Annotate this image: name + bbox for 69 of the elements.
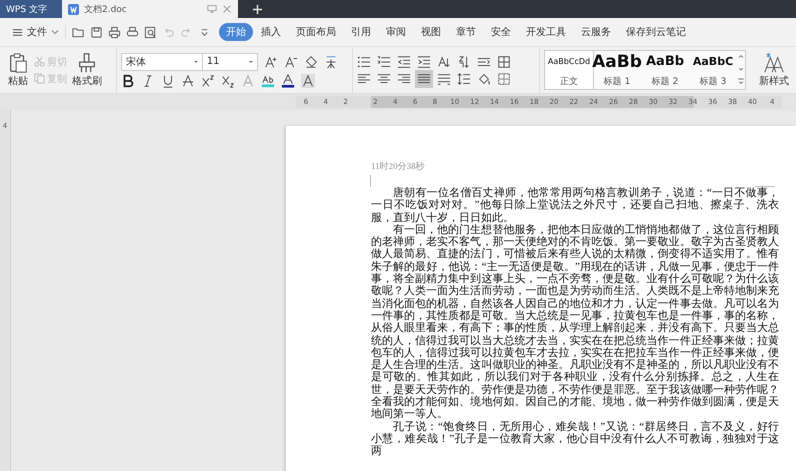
new-style-button[interactable]: 新样式: [756, 52, 792, 88]
font-name-field[interactable]: 宋体: [120, 52, 203, 70]
body-paragraph: 有一回，他的门生想替他服务，把他本日应做的工悄悄地都做了，这位言行相顾的老禅师，老实不客气，那一天便绝对的不肯吃饭。第一要敬业。敬字为古圣贤教人做人最简易、直捷的法门，可惜被后来有些人说的太精微，倒变得不适实用了。惟有朱子解的最好，他说：“主一无适便是敬。”用现在的话讲，凡做一见事，便忠于一件事，将全副精力集中到这事上头，一点不旁骛，便是敬。业有什么可敬呢？为什么该敬呢？人类一面为生活而劳动，一面也是为劳动而生活。人类既不是上帝特地制来充当消化面包的机器，自然该各人因自己的地位和才力，认定一件事去做。凡可以名为一件事的，其性质都是可敬。当大总统是一见事，拉黄包车也是一件事，事的名称，从俗人眼里看来，有高下；事的性质，从学理上解剖起来，并没有高下。只要当大总统的人，信得过我可以当大总统才去当，实实在在把总统当作一件正经事来做；拉黄包车的人，信得过我可以拉黄包车才去拉，实实在在把拉车当作一件正经事来做，便是人生合理的生活。这叫做职业的神圣。凡职业没有不是神圣的，所以凡职业没有不是可敬的。惟其如此，所以我们对于各种职业，没有什么分别拣择。总之，人生在世，是要天天劳作的。劳作便是功德，不劳作便是罪恶。至于我该做哪一种劳作呢？全看我的才能何如、境地何如。因自己的才能、境地，做一种劳作做到圆满，便是天地间第一等人。: [371, 224, 779, 420]
clipboard-icon: [7, 52, 29, 74]
style-preset[interactable]: AaBb 标题 1: [593, 51, 642, 89]
style-preset[interactable]: AaBbC 标题 3: [689, 51, 738, 89]
ribbon-tab[interactable]: 保存到云笔记: [619, 23, 693, 41]
monitor-icon[interactable]: [207, 4, 217, 14]
eraser-icon[interactable]: [304, 54, 318, 68]
ribbon-tab[interactable]: 云服务: [574, 23, 618, 41]
bold-icon[interactable]: [120, 74, 135, 88]
ribbon-tab[interactable]: 引用: [344, 23, 378, 41]
copy-icon: [34, 73, 45, 84]
ribbon-tab[interactable]: 开发工具: [519, 23, 573, 41]
align-icon[interactable]: [397, 72, 412, 86]
printer-icon[interactable]: [126, 26, 139, 38]
print-preview-icon[interactable]: [144, 26, 157, 38]
ribbon-tab[interactable]: 视图: [414, 23, 448, 41]
style-preset[interactable]: AaBbCcDd 正文: [545, 51, 594, 89]
new-tab-icon[interactable]: [252, 4, 263, 14]
ribbon-tab[interactable]: 页面布局: [289, 23, 343, 41]
shrink-font-icon[interactable]: [284, 54, 298, 68]
subscript-icon[interactable]: [220, 74, 235, 88]
caret-icon: [51, 28, 59, 36]
styles-icon: [763, 52, 786, 74]
character-shading-icon[interactable]: [300, 74, 315, 88]
text-direction-icon[interactable]: [437, 54, 452, 68]
ribbon-tab[interactable]: 插入: [254, 23, 288, 41]
align-icon[interactable]: [417, 72, 432, 86]
strikethrough-icon[interactable]: [180, 74, 195, 88]
align-icon[interactable]: [377, 72, 392, 86]
ribbon-tab[interactable]: 开始: [219, 23, 253, 41]
sort-icon[interactable]: [457, 54, 472, 68]
document-tab[interactable]: 文档2.doc: [62, 0, 238, 18]
increase-indent-icon[interactable]: [417, 54, 432, 68]
ribbon-tab[interactable]: 章节: [449, 23, 483, 41]
highlight-icon[interactable]: [260, 74, 275, 88]
style-preset[interactable]: AaBb 标题 2: [641, 51, 690, 89]
document-icon: [68, 4, 79, 14]
document-tab[interactable]: WPS 文字: [0, 0, 62, 18]
close-icon[interactable]: [222, 4, 232, 14]
table-icon[interactable]: [497, 54, 512, 68]
paint-bucket-icon[interactable]: [477, 72, 492, 86]
body-paragraph: 孔子说：“饱食终日，无所用心，难矣哉！”又说：“群居终日，言不及义，好行小慧，难矣哉！”孔子是一位教育大家，他心目中没有什么人不可教诲，独独对于这两: [371, 420, 779, 458]
ribbon-tab[interactable]: 审阅: [379, 23, 413, 41]
save-icon[interactable]: [90, 26, 103, 38]
grow-font-icon[interactable]: [264, 54, 278, 68]
underline-icon[interactable]: [160, 74, 175, 88]
paste-button[interactable]: 粘贴: [4, 52, 32, 88]
format-painter-button[interactable]: 格式刷: [69, 52, 105, 88]
printer-icon[interactable]: [108, 26, 121, 38]
paintbrush-icon: [76, 52, 98, 74]
file-menu[interactable]: 文件: [0, 25, 66, 39]
scissors-icon: [34, 56, 45, 67]
ribbon-tab[interactable]: 安全: [484, 23, 518, 41]
page-header: 11时20分38秒: [371, 160, 426, 173]
border-icon[interactable]: [497, 72, 512, 86]
bullet-list-icon[interactable]: [357, 54, 372, 68]
superscript-icon[interactable]: [200, 74, 215, 88]
folder-icon[interactable]: [72, 26, 85, 38]
distribute-icon[interactable]: [437, 72, 452, 86]
font-color-icon[interactable]: [280, 74, 295, 88]
body-paragraph: 唐朝有一位名僧百丈禅师，他常常用两句格言教训弟子，说道：“一日不做事，一日不吃饭对对对。”他每日除上堂说法之外尺寸，还要自己扫地、擦桌子、洗衣服，直到八十岁，日日如此。: [371, 187, 779, 224]
menu-icon: [12, 26, 23, 38]
decrease-indent-icon[interactable]: [397, 54, 412, 68]
line-spacing-icon[interactable]: [457, 72, 472, 86]
font-size-field[interactable]: 11: [202, 52, 258, 70]
numbered-list-icon[interactable]: [377, 54, 392, 68]
align-icon[interactable]: [357, 72, 372, 86]
